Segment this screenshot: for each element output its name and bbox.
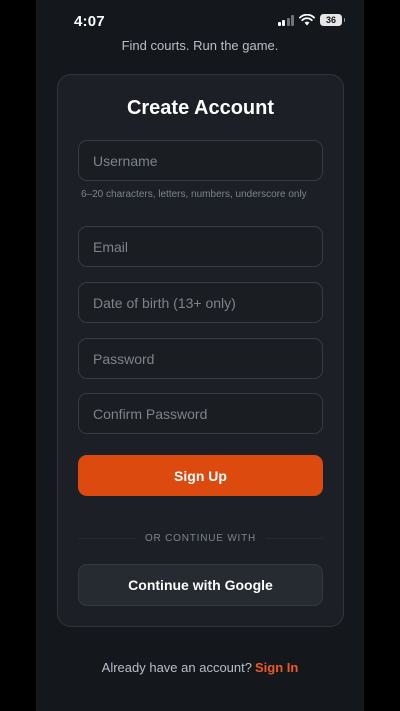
wifi-icon [299,14,315,26]
divider-label: OR CONTINUE WITH [144,532,257,544]
battery-level: 36 [325,14,336,25]
status-indicators: 36 [277,14,345,26]
password-input[interactable] [78,338,323,379]
status-time: 4:07 [74,13,105,30]
page-title: Create Account [126,97,275,119]
divider-line-left [78,537,135,539]
create-account-card: Create Account 6–20 characters, letters,… [57,74,344,627]
signin-prompt-text: Already have an account? [101,660,252,675]
confirm-password-input[interactable] [78,393,323,434]
email-input[interactable] [78,226,323,267]
username-input[interactable] [78,140,323,181]
tagline: Find courts. Run the game. [121,38,279,53]
sign-up-button[interactable]: Sign Up [78,455,323,496]
signin-prompt: Already have an account? Sign In [36,660,364,675]
divider-line-right [266,537,323,539]
username-hint: 6–20 characters, letters, numbers, under… [81,189,307,200]
sign-in-link[interactable]: Sign In [255,660,298,675]
date-of-birth-input[interactable] [78,282,323,323]
battery-icon: 36 [320,14,345,26]
status-bar: 4:07 36 [36,0,364,40]
continue-with-google-button[interactable]: Continue with Google [78,564,323,606]
app-screen: 4:07 36 Find courts. Run the game. Creat… [36,0,364,711]
cellular-signal-icon [277,14,294,26]
divider: OR CONTINUE WITH [78,531,323,545]
